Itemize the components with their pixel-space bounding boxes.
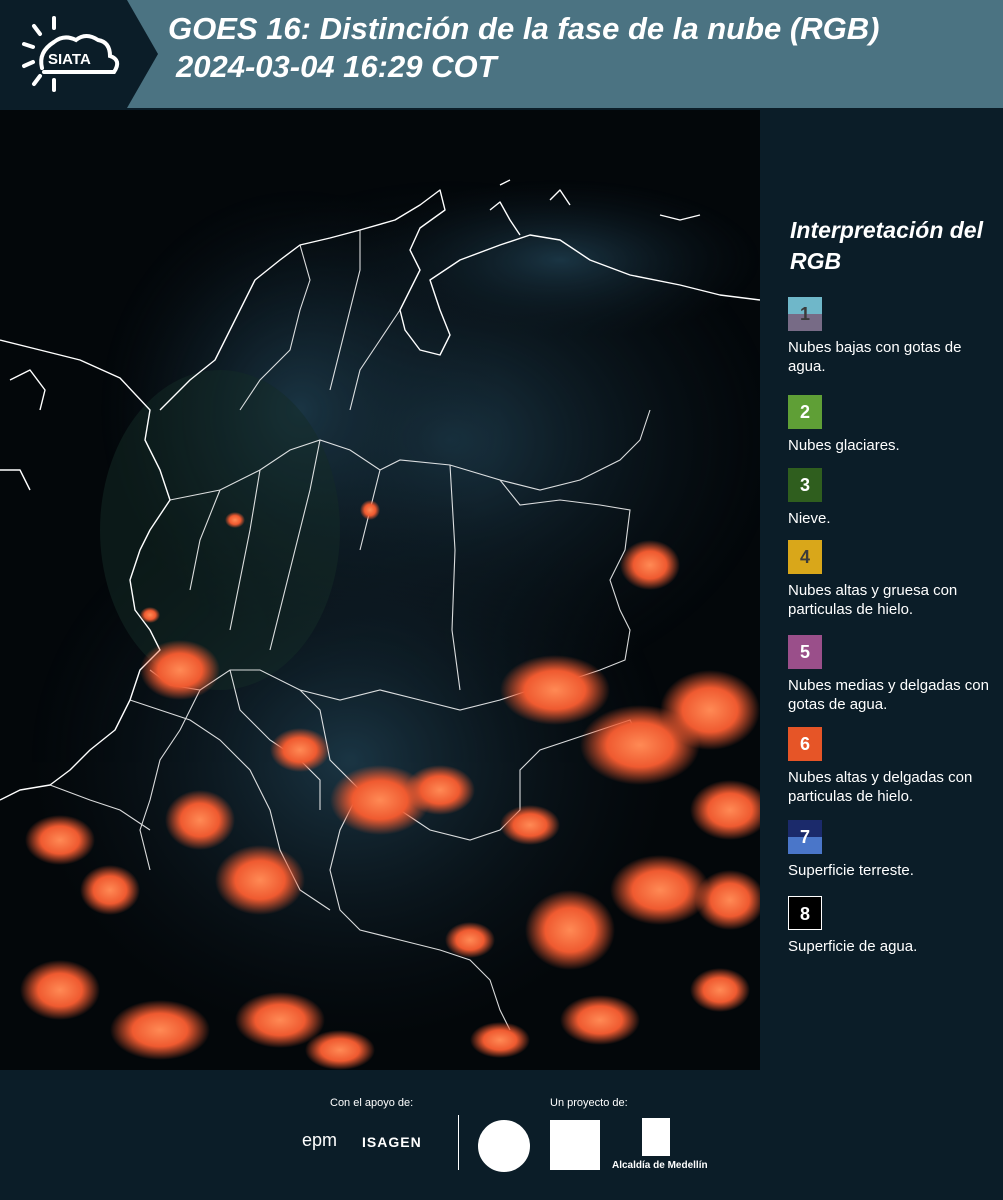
footer-divider [458, 1115, 459, 1170]
legend-swatch-4: 4 [788, 540, 822, 574]
legend-number-4: 4 [799, 547, 810, 567]
siata-logo: SIATA [22, 16, 120, 92]
isagen-logo: ISAGEN [362, 1134, 422, 1150]
header-bar: SIATA GOES 16: Distinción de la fase de … [0, 0, 1003, 108]
area-metropolitana-logo [550, 1120, 600, 1170]
legend-label-5: Nubes medias y delgadas con gotas de agu… [788, 677, 989, 713]
legend-item-4: 4 Nubes altas y gruesa con particulas de… [788, 540, 998, 619]
legend-label-2: Nubes glaciares. [788, 437, 900, 454]
legend-number-5: 5 [799, 642, 810, 662]
logo-panel: SIATA [0, 0, 158, 108]
legend-label-6: Nubes altas y delgadas con particulas de… [788, 769, 973, 805]
legend-number-7: 7 [799, 827, 810, 847]
legend-swatch-3: 3 [788, 468, 822, 502]
legend-swatch-5: 5 [788, 635, 822, 669]
svg-text:SIATA: SIATA [48, 51, 91, 68]
legend-item-5: 5 Nubes medias y delgadas con gotas de a… [788, 635, 998, 714]
project-label: Un proyecto de: [550, 1097, 628, 1109]
map-image [0, 110, 760, 1070]
footer: Con el apoyo de: Un proyecto de: epm ISA… [0, 1070, 1003, 1200]
legend-swatch-6: 6 [788, 727, 822, 761]
legend-number-8: 8 [799, 904, 810, 924]
legend-label-8: Superficie de agua. [788, 938, 918, 955]
legend-item-2: 2 Nubes glaciares. [788, 395, 998, 455]
legend-number-6: 6 [799, 734, 810, 754]
legend-item-8: 8 Superficie de agua. [788, 896, 998, 956]
legend-swatch-1: 1 [788, 297, 822, 331]
legend-item-7: 7 Superficie terreste. [788, 820, 998, 880]
legend-title: Interpretación del RGB [790, 217, 983, 274]
legend-label-4: Nubes altas y gruesa con particulas de h… [788, 582, 958, 618]
university-seal-icon [478, 1120, 530, 1172]
legend-label-1: Nubes bajas con gotas de agua. [788, 339, 962, 375]
alcaldia-label: Alcaldía de Medellín [612, 1160, 708, 1171]
alcaldia-shield-icon [642, 1118, 670, 1156]
legend-item-3: 3 Nieve. [788, 468, 998, 528]
title-line-2: 2024-03-04 16:29 COT [176, 49, 497, 84]
support-label: Con el apoyo de: [330, 1097, 414, 1109]
satellite-map [0, 110, 760, 1070]
epm-logo: epm [302, 1130, 338, 1150]
legend-label-3: Nieve. [788, 510, 831, 527]
legend-number-2: 2 [799, 402, 810, 422]
legend-item-6: 6 Nubes altas y delgadas con particulas … [788, 727, 998, 806]
legend-panel: Interpretación del RGB 1 Nubes bajas con… [760, 110, 1003, 1070]
title-line-1: GOES 16: Distinción de la fase de la nub… [168, 11, 880, 46]
legend-label-7: Superficie terreste. [788, 862, 914, 879]
legend-swatch-7: 7 [788, 820, 822, 854]
legend-number-1: 1 [799, 304, 810, 324]
page-title: GOES 16: Distinción de la fase de la nub… [168, 10, 879, 86]
legend-number-3: 3 [799, 475, 810, 495]
legend-item-1: 1 Nubes bajas con gotas de agua. [788, 297, 998, 376]
legend-swatch-2: 2 [788, 395, 822, 429]
legend-swatch-8: 8 [788, 896, 822, 930]
